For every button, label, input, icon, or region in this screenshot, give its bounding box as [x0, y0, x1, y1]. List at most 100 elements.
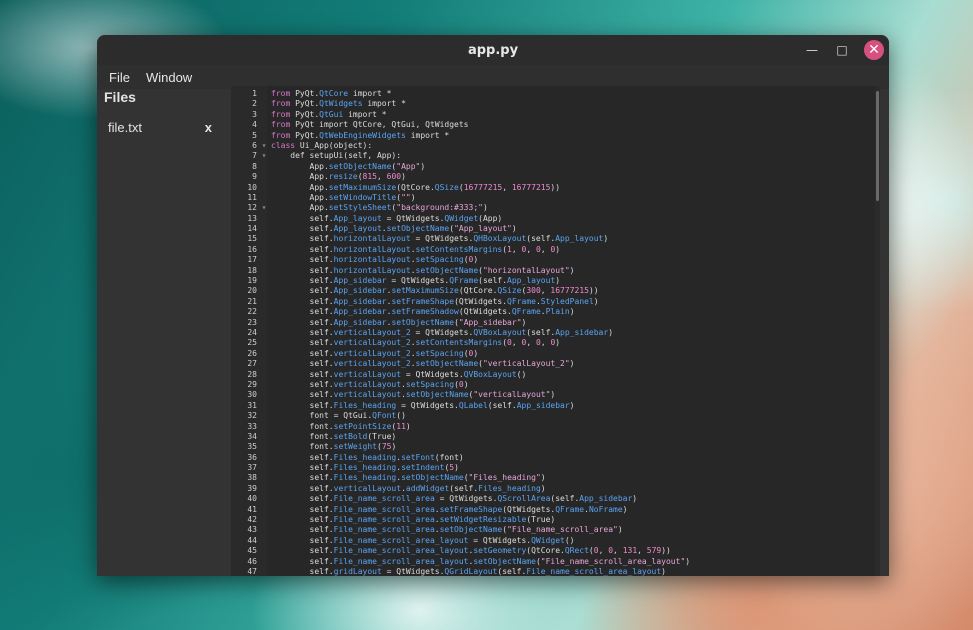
code-text: self.Files_heading = QtWidgets.QLabel(se… [271, 400, 575, 410]
code-line[interactable]: 40 self.File_name_scroll_area = QtWidget… [231, 494, 690, 504]
menu-file[interactable]: File [101, 70, 138, 85]
code-line[interactable]: 4 from PyQt import QtCore, QtGui, QtWidge… [231, 120, 690, 130]
line-number: 11 [247, 192, 257, 202]
code-line[interactable]: 31 self.Files_heading = QtWidgets.QLabel… [231, 401, 690, 411]
menu-window[interactable]: Window [138, 70, 200, 85]
code-text: font.setBold(True) [271, 431, 397, 441]
code-line[interactable]: 27 self.verticalLayout_2.setObjectName("… [231, 359, 690, 369]
window-title: app.py [467, 42, 519, 58]
code-lines[interactable]: 1 from PyQt.QtCore import * 2 from PyQt.QtW… [231, 89, 690, 576]
code-text: App.setObjectName("App") [271, 161, 426, 171]
code-line[interactable]: 37 self.Files_heading.setIndent(5) [231, 463, 690, 473]
code-line[interactable]: 43 self.File_name_scroll_area.setObjectN… [231, 525, 690, 535]
code-text: self.App_sidebar.setMaximumSize(QtCore.Q… [271, 286, 599, 296]
code-text: self.File_name_scroll_area_layout.setObj… [271, 556, 691, 566]
line-number: 2 [252, 99, 257, 109]
code-text: App.setStyleSheet("background:#333;") [271, 203, 488, 213]
code-line[interactable]: 9 App.resize(815, 600) [231, 172, 690, 182]
file-name[interactable]: file.txt [108, 120, 142, 135]
code-line[interactable]: 29 self.verticalLayout.setSpacing(0) [231, 380, 690, 390]
code-line[interactable]: 16 self.horizontalLayout.setContentsMarg… [231, 245, 690, 255]
code-text: App.setWindowTitle("") [271, 192, 416, 202]
code-line[interactable]: 38 self.Files_heading.setObjectName("Fil… [231, 473, 690, 483]
code-line[interactable]: 42 self.File_name_scroll_area.setWidgetR… [231, 515, 690, 525]
code-line[interactable]: 28 self.verticalLayout = QtWidgets.QVBox… [231, 370, 690, 380]
maximize-icon[interactable]: □ [832, 40, 852, 60]
fold-toggle-icon[interactable]: ▾ [257, 203, 271, 213]
code-line[interactable]: 7 ▾ def setupUi(self, App): [231, 151, 690, 161]
line-number: 9 [252, 172, 257, 182]
app-window: app.py — □ ✕ File Window Files file.txt … [97, 35, 889, 576]
code-text: self.verticalLayout.setSpacing(0) [271, 379, 469, 389]
code-line[interactable]: 10 App.setMaximumSize(QtCore.QSize(16777… [231, 183, 690, 193]
code-line[interactable]: 19 self.App_sidebar = QtWidgets.QFrame(s… [231, 276, 690, 286]
files-sidebar: Files file.txt x [97, 89, 222, 576]
code-text: def setupUi(self, App): [271, 151, 402, 161]
code-line[interactable]: 15 self.horizontalLayout = QtWidgets.QHB… [231, 234, 690, 244]
file-list-item[interactable]: file.txt x [108, 120, 212, 135]
code-line[interactable]: 5 from PyQt.QtWebEngineWidgets import * [231, 131, 690, 141]
code-line[interactable]: 18 self.horizontalLayout.setObjectName("… [231, 266, 690, 276]
code-line[interactable]: 45 self.File_name_scroll_area_layout.set… [231, 546, 690, 556]
code-line[interactable]: 13 self.App_layout = QtWidgets.QWidget(A… [231, 214, 690, 224]
code-line[interactable]: 21 self.App_sidebar.setFrameShape(QtWidg… [231, 297, 690, 307]
code-line[interactable]: 32 font = QtGui.QFont() [231, 411, 690, 421]
line-number: 26 [247, 348, 257, 358]
code-line[interactable]: 2 from PyQt.QtWidgets import * [231, 99, 690, 109]
line-number: 15 [247, 234, 257, 244]
code-line[interactable]: 26 self.verticalLayout_2.setSpacing(0) [231, 349, 690, 359]
fold-toggle-icon[interactable]: ▾ [257, 151, 271, 161]
line-number: 39 [247, 483, 257, 493]
code-line[interactable]: 46 self.File_name_scroll_area_layout.set… [231, 557, 690, 567]
wallpaper-foam [880, 60, 973, 360]
code-line[interactable]: 23 self.App_sidebar.setObjectName("App_s… [231, 318, 690, 328]
line-number: 10 [247, 182, 257, 192]
scrollbar-thumb[interactable] [876, 91, 879, 201]
code-line[interactable]: 6 ▾ class Ui_App(object): [231, 141, 690, 151]
code-line[interactable]: 36 self.Files_heading.setFont(font) [231, 453, 690, 463]
code-line[interactable]: 24 self.verticalLayout_2 = QtWidgets.QVB… [231, 328, 690, 338]
code-text: App.resize(815, 600) [271, 172, 406, 182]
code-line[interactable]: 25 self.verticalLayout_2.setContentsMarg… [231, 338, 690, 348]
code-text: self.File_name_scroll_area_layout.setGeo… [271, 546, 671, 556]
title-bar[interactable]: app.py — □ ✕ [97, 35, 889, 65]
fold-toggle-icon[interactable]: ▾ [257, 141, 271, 151]
line-number: 46 [247, 556, 257, 566]
code-editor[interactable]: 1 from PyQt.QtCore import * 2 from PyQt.QtW… [231, 86, 880, 576]
code-line[interactable]: 20 self.App_sidebar.setMaximumSize(QtCor… [231, 286, 690, 296]
close-icon[interactable]: ✕ [864, 40, 884, 60]
code-text: self.gridLayout = QtWidgets.QGridLayout(… [271, 566, 666, 576]
code-line[interactable]: 11 App.setWindowTitle("") [231, 193, 690, 203]
code-line[interactable]: 35 font.setWeight(75) [231, 442, 690, 452]
code-line[interactable]: 17 self.horizontalLayout.setSpacing(0) [231, 255, 690, 265]
line-number: 25 [247, 338, 257, 348]
code-line[interactable]: 3 from PyQt.QtGui import * [231, 110, 690, 120]
code-line[interactable]: 41 self.File_name_scroll_area.setFrameSh… [231, 505, 690, 515]
main-content: Files file.txt x 1 from PyQt.QtCore impor… [97, 86, 889, 576]
line-number: 13 [247, 213, 257, 223]
vertical-scrollbar[interactable] [875, 86, 880, 576]
line-number: 19 [247, 276, 257, 286]
code-line[interactable]: 30 self.verticalLayout.setObjectName("ve… [231, 390, 690, 400]
code-text: self.horizontalLayout.setSpacing(0) [271, 255, 479, 265]
code-line[interactable]: 1 from PyQt.QtCore import * [231, 89, 690, 99]
line-number: 20 [247, 286, 257, 296]
minimize-icon[interactable]: — [802, 40, 822, 60]
code-line[interactable]: 47 self.gridLayout = QtWidgets.QGridLayo… [231, 567, 690, 576]
code-line[interactable]: 12 ▾ App.setStyleSheet("background:#333;"… [231, 203, 690, 213]
code-text: self.horizontalLayout.setObjectName("hor… [271, 265, 575, 275]
code-line[interactable]: 34 font.setBold(True) [231, 432, 690, 442]
code-line[interactable]: 39 self.verticalLayout.addWidget(self.Fi… [231, 484, 690, 494]
code-line[interactable]: 22 self.App_sidebar.setFrameShadow(QtWid… [231, 307, 690, 317]
code-line[interactable]: 44 self.File_name_scroll_area_layout = Q… [231, 536, 690, 546]
code-text: self.App_sidebar.setFrameShape(QtWidgets… [271, 296, 599, 306]
line-number: 47 [247, 566, 257, 576]
line-number: 42 [247, 515, 257, 525]
code-line[interactable]: 33 font.setPointSize(11) [231, 422, 690, 432]
code-line[interactable]: 8 App.setObjectName("App") [231, 162, 690, 172]
code-line[interactable]: 14 self.App_layout.setObjectName("App_la… [231, 224, 690, 234]
close-file-button[interactable]: x [205, 120, 212, 135]
code-text: self.verticalLayout_2.setContentsMargins… [271, 338, 561, 348]
code-text: font.setWeight(75) [271, 442, 397, 452]
files-heading: Files [104, 89, 136, 105]
